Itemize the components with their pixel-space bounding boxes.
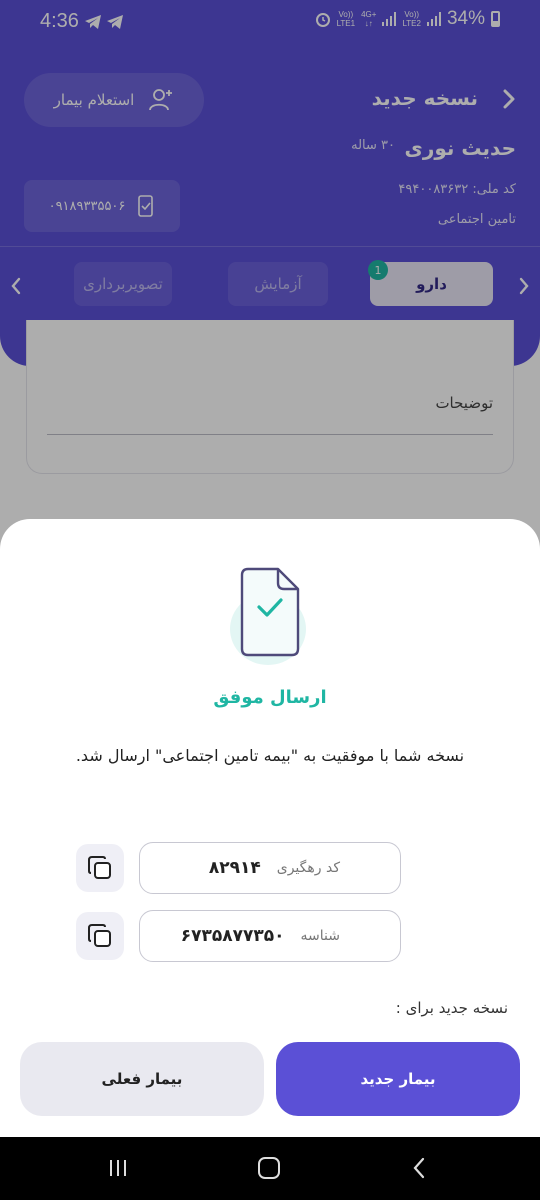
copy-identifier-button[interactable] — [76, 912, 124, 960]
tracking-code-label: کد رهگیری — [276, 860, 340, 876]
success-message: نسخه شما با موفقیت به "بیمه تامین اجتماع… — [75, 746, 465, 765]
identifier-value: ۶۷۳۵۸۷۷۳۵۰ — [180, 926, 285, 946]
identifier-field: شناسه ۶۷۳۵۸۷۷۳۵۰ — [139, 910, 401, 962]
tracking-code-value: ۸۲۹۱۴ — [208, 858, 261, 878]
app-screen: 4:36 Vo)) LTE1 4G+ ↓↑ Vo)) LTE2 34% نسخه جد… — [0, 0, 540, 1137]
new-patient-button[interactable]: بیمار جدید — [276, 1042, 520, 1116]
system-navigation-bar — [0, 1137, 540, 1200]
copy-tracking-code-button[interactable] — [76, 844, 124, 892]
copy-icon — [88, 924, 111, 947]
tracking-code-field: کد رهگیری ۸۲۹۱۴ — [139, 842, 401, 894]
home-icon[interactable] — [258, 1157, 280, 1179]
copy-icon — [88, 856, 111, 879]
new-prescription-for-label: نسخه جدید برای : — [395, 999, 508, 1017]
identifier-label: شناسه — [300, 928, 340, 944]
current-patient-button[interactable]: بیمار فعلی — [20, 1042, 264, 1116]
back-icon[interactable] — [412, 1157, 426, 1179]
success-title: ارسال موفق — [213, 687, 327, 708]
document-check-icon — [230, 567, 306, 665]
success-bottom-sheet: ارسال موفق نسخه شما با موفقیت به "بیمه ت… — [0, 519, 540, 1137]
recent-apps-icon[interactable] — [108, 1159, 128, 1177]
